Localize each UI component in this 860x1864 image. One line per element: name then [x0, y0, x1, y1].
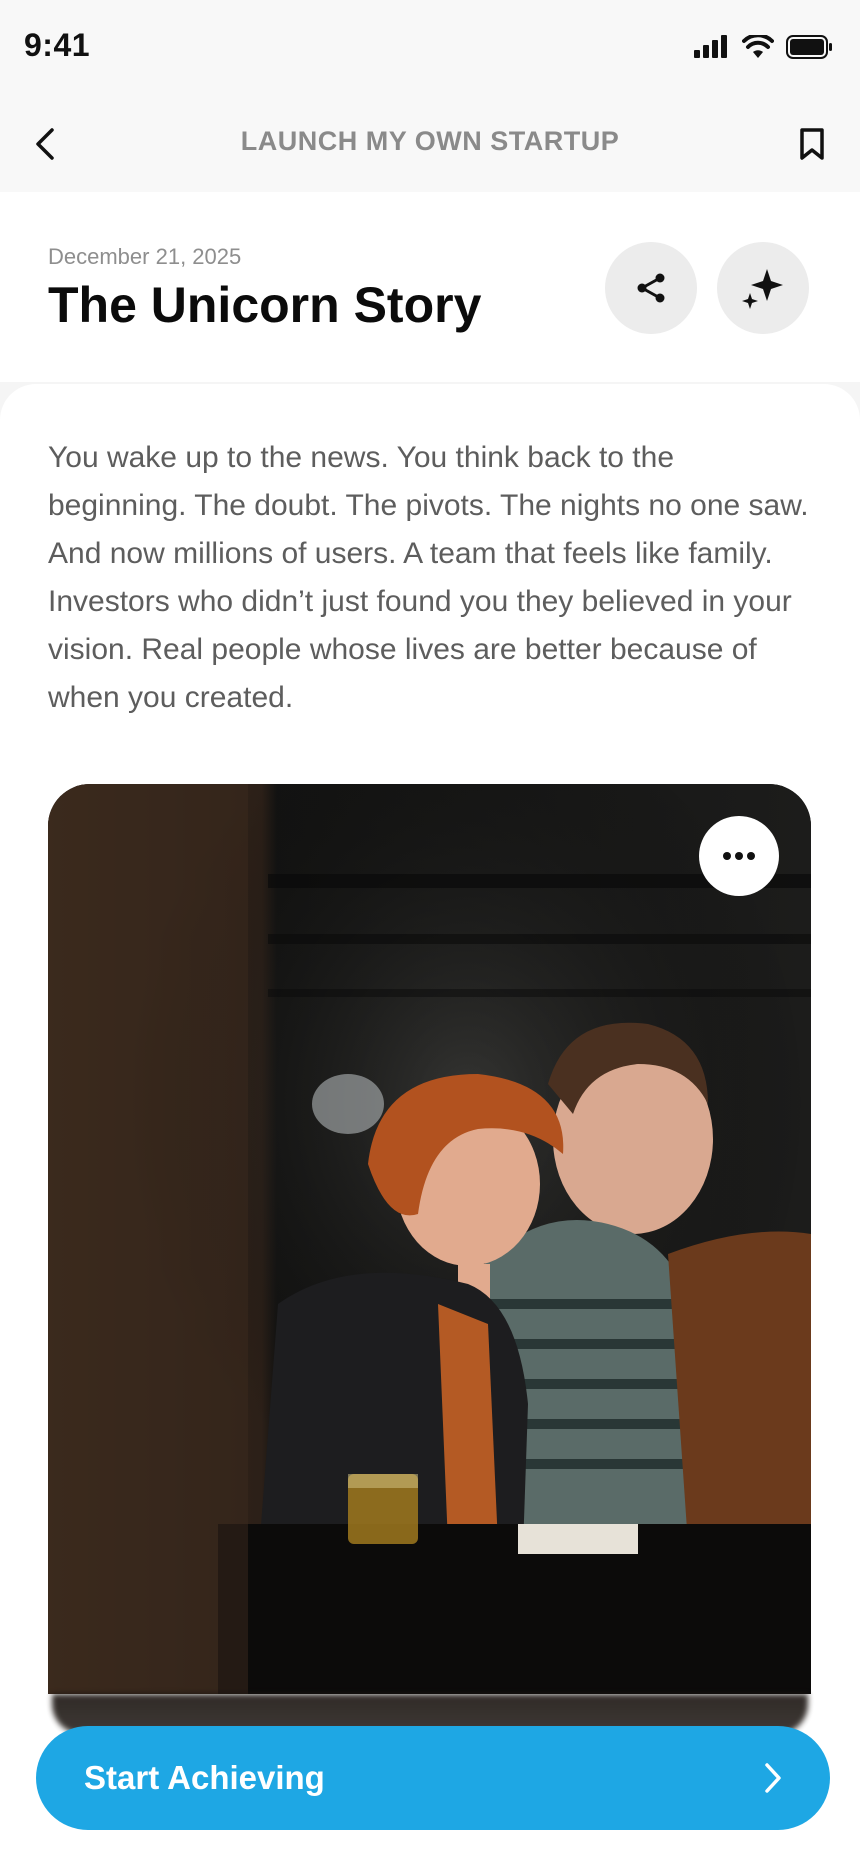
image-more-button[interactable] — [699, 816, 779, 896]
ai-sparkle-button[interactable] — [717, 242, 809, 334]
article-photo — [48, 784, 811, 1694]
status-bar: 9:41 — [0, 0, 860, 96]
cta-label: Start Achieving — [84, 1759, 325, 1796]
bookmark-icon — [800, 128, 824, 160]
share-button[interactable] — [605, 242, 697, 334]
status-time: 9:41 — [24, 27, 91, 63]
nav-title: LAUNCH MY OWN STARTUP — [240, 126, 620, 156]
nav-bar: LAUNCH MY OWN STARTUP — [0, 96, 860, 192]
article-content: You wake up to the news. You think back … — [0, 384, 860, 1864]
battery-icon — [786, 35, 832, 59]
chevron-right-icon — [765, 1763, 781, 1793]
sparkle-icon — [742, 269, 783, 309]
article-header: December 21, 2025 The Unicorn Story — [0, 192, 860, 382]
cellular-signal-icon — [694, 35, 727, 58]
status-icons — [694, 30, 834, 64]
more-horizontal-icon — [723, 852, 755, 860]
share-icon — [637, 273, 665, 303]
article-date: December 21, 2025 — [48, 244, 242, 269]
back-button[interactable] — [20, 118, 72, 170]
start-achieving-button[interactable]: Start Achieving — [36, 1726, 830, 1830]
photo-illustration — [48, 784, 811, 1694]
bookmark-button[interactable] — [786, 118, 838, 170]
wifi-icon — [742, 35, 774, 58]
article-title: The Unicorn Story — [48, 277, 482, 333]
chevron-left-icon — [36, 128, 54, 160]
article-body: You wake up to the news. You think back … — [48, 441, 809, 714]
